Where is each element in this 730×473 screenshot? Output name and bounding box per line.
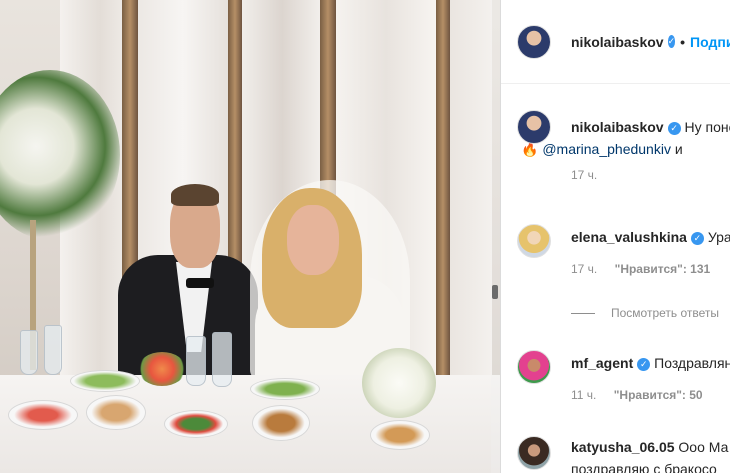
dot-separator: • xyxy=(680,33,686,50)
bow-tie xyxy=(186,278,214,288)
comment-username[interactable]: nikolaibaskov xyxy=(571,119,664,135)
wine-glass xyxy=(212,332,232,387)
comment-text: Поздравлян xyxy=(654,355,730,371)
avatar[interactable] xyxy=(517,224,551,258)
plate xyxy=(86,395,146,430)
verified-icon: ✓ xyxy=(637,357,651,371)
media-scrollbar[interactable] xyxy=(491,0,500,473)
comment-item: nikolaibaskov✓ Ну поне 🔥 @marina_phedunk… xyxy=(517,110,730,182)
wine-glass xyxy=(20,330,38,375)
comment-text: Ну поне xyxy=(684,119,730,135)
comment-likes[interactable]: "Нравится": 131 xyxy=(615,262,711,276)
media-scrollbar-thumb[interactable] xyxy=(492,285,498,299)
verified-icon: ✓ xyxy=(667,121,681,135)
wooden-pillar xyxy=(436,0,450,400)
plate xyxy=(164,410,228,438)
comment-username[interactable]: elena_valushkina xyxy=(571,229,687,245)
post-header: nikolaibaskov ✓ • Подписаться xyxy=(501,0,730,84)
comment-text: Ооо Ма xyxy=(678,439,729,455)
avatar[interactable] xyxy=(517,110,551,144)
comment-username[interactable]: mf_agent xyxy=(571,355,633,371)
groom-hair xyxy=(171,184,219,206)
table-bouquet xyxy=(362,348,436,418)
background-curtain xyxy=(450,0,492,400)
avatar[interactable] xyxy=(517,24,551,59)
comment-text-line2: поздравляю с бракосо xyxy=(571,461,717,473)
verified-icon: ✓ xyxy=(667,35,676,48)
comment-text: Ура xyxy=(707,229,730,245)
comment-item: katyusha_06.05 Ооо Ма поздравляю с брако… xyxy=(517,436,730,473)
view-replies-label[interactable]: Посмотреть ответы xyxy=(611,306,719,320)
comments-panel: nikolaibaskov ✓ • Подписаться nikolaibas… xyxy=(500,0,730,473)
wine-glass xyxy=(186,336,206,386)
comment-time[interactable]: 11 ч. xyxy=(571,388,596,402)
plate xyxy=(370,420,430,450)
comment-time[interactable]: 17 ч. xyxy=(571,262,597,276)
comment-text-tail: и xyxy=(674,141,683,157)
avatar[interactable] xyxy=(517,350,551,384)
plate xyxy=(250,378,320,400)
verified-icon: ✓ xyxy=(690,231,704,245)
mention-link[interactable]: @marina_phedunkiv xyxy=(542,141,671,157)
view-replies-button[interactable]: Посмотреть ответы xyxy=(571,306,719,320)
follow-button[interactable]: Подписаться xyxy=(690,34,730,50)
plate xyxy=(252,405,310,441)
replies-divider-line xyxy=(571,312,595,314)
table-flowers xyxy=(138,352,186,386)
avatar[interactable] xyxy=(517,436,551,470)
bride-face xyxy=(287,205,339,275)
plate xyxy=(70,370,140,392)
post-author-username[interactable]: nikolaibaskov xyxy=(571,34,664,50)
comment-likes[interactable]: "Нравится": 50 xyxy=(614,388,703,402)
comment-item: mf_agent ✓ Поздравлян 11 ч. "Нравится": 5… xyxy=(517,350,730,402)
plate xyxy=(8,400,78,430)
post-media[interactable] xyxy=(0,0,500,473)
comment-username[interactable]: katyusha_06.05 xyxy=(571,439,675,455)
comment-item: elena_valushkina ✓ Ура 17 ч. "Нравится": … xyxy=(517,224,730,276)
wine-glass xyxy=(44,325,62,375)
comment-time[interactable]: 17 ч. xyxy=(571,168,597,182)
